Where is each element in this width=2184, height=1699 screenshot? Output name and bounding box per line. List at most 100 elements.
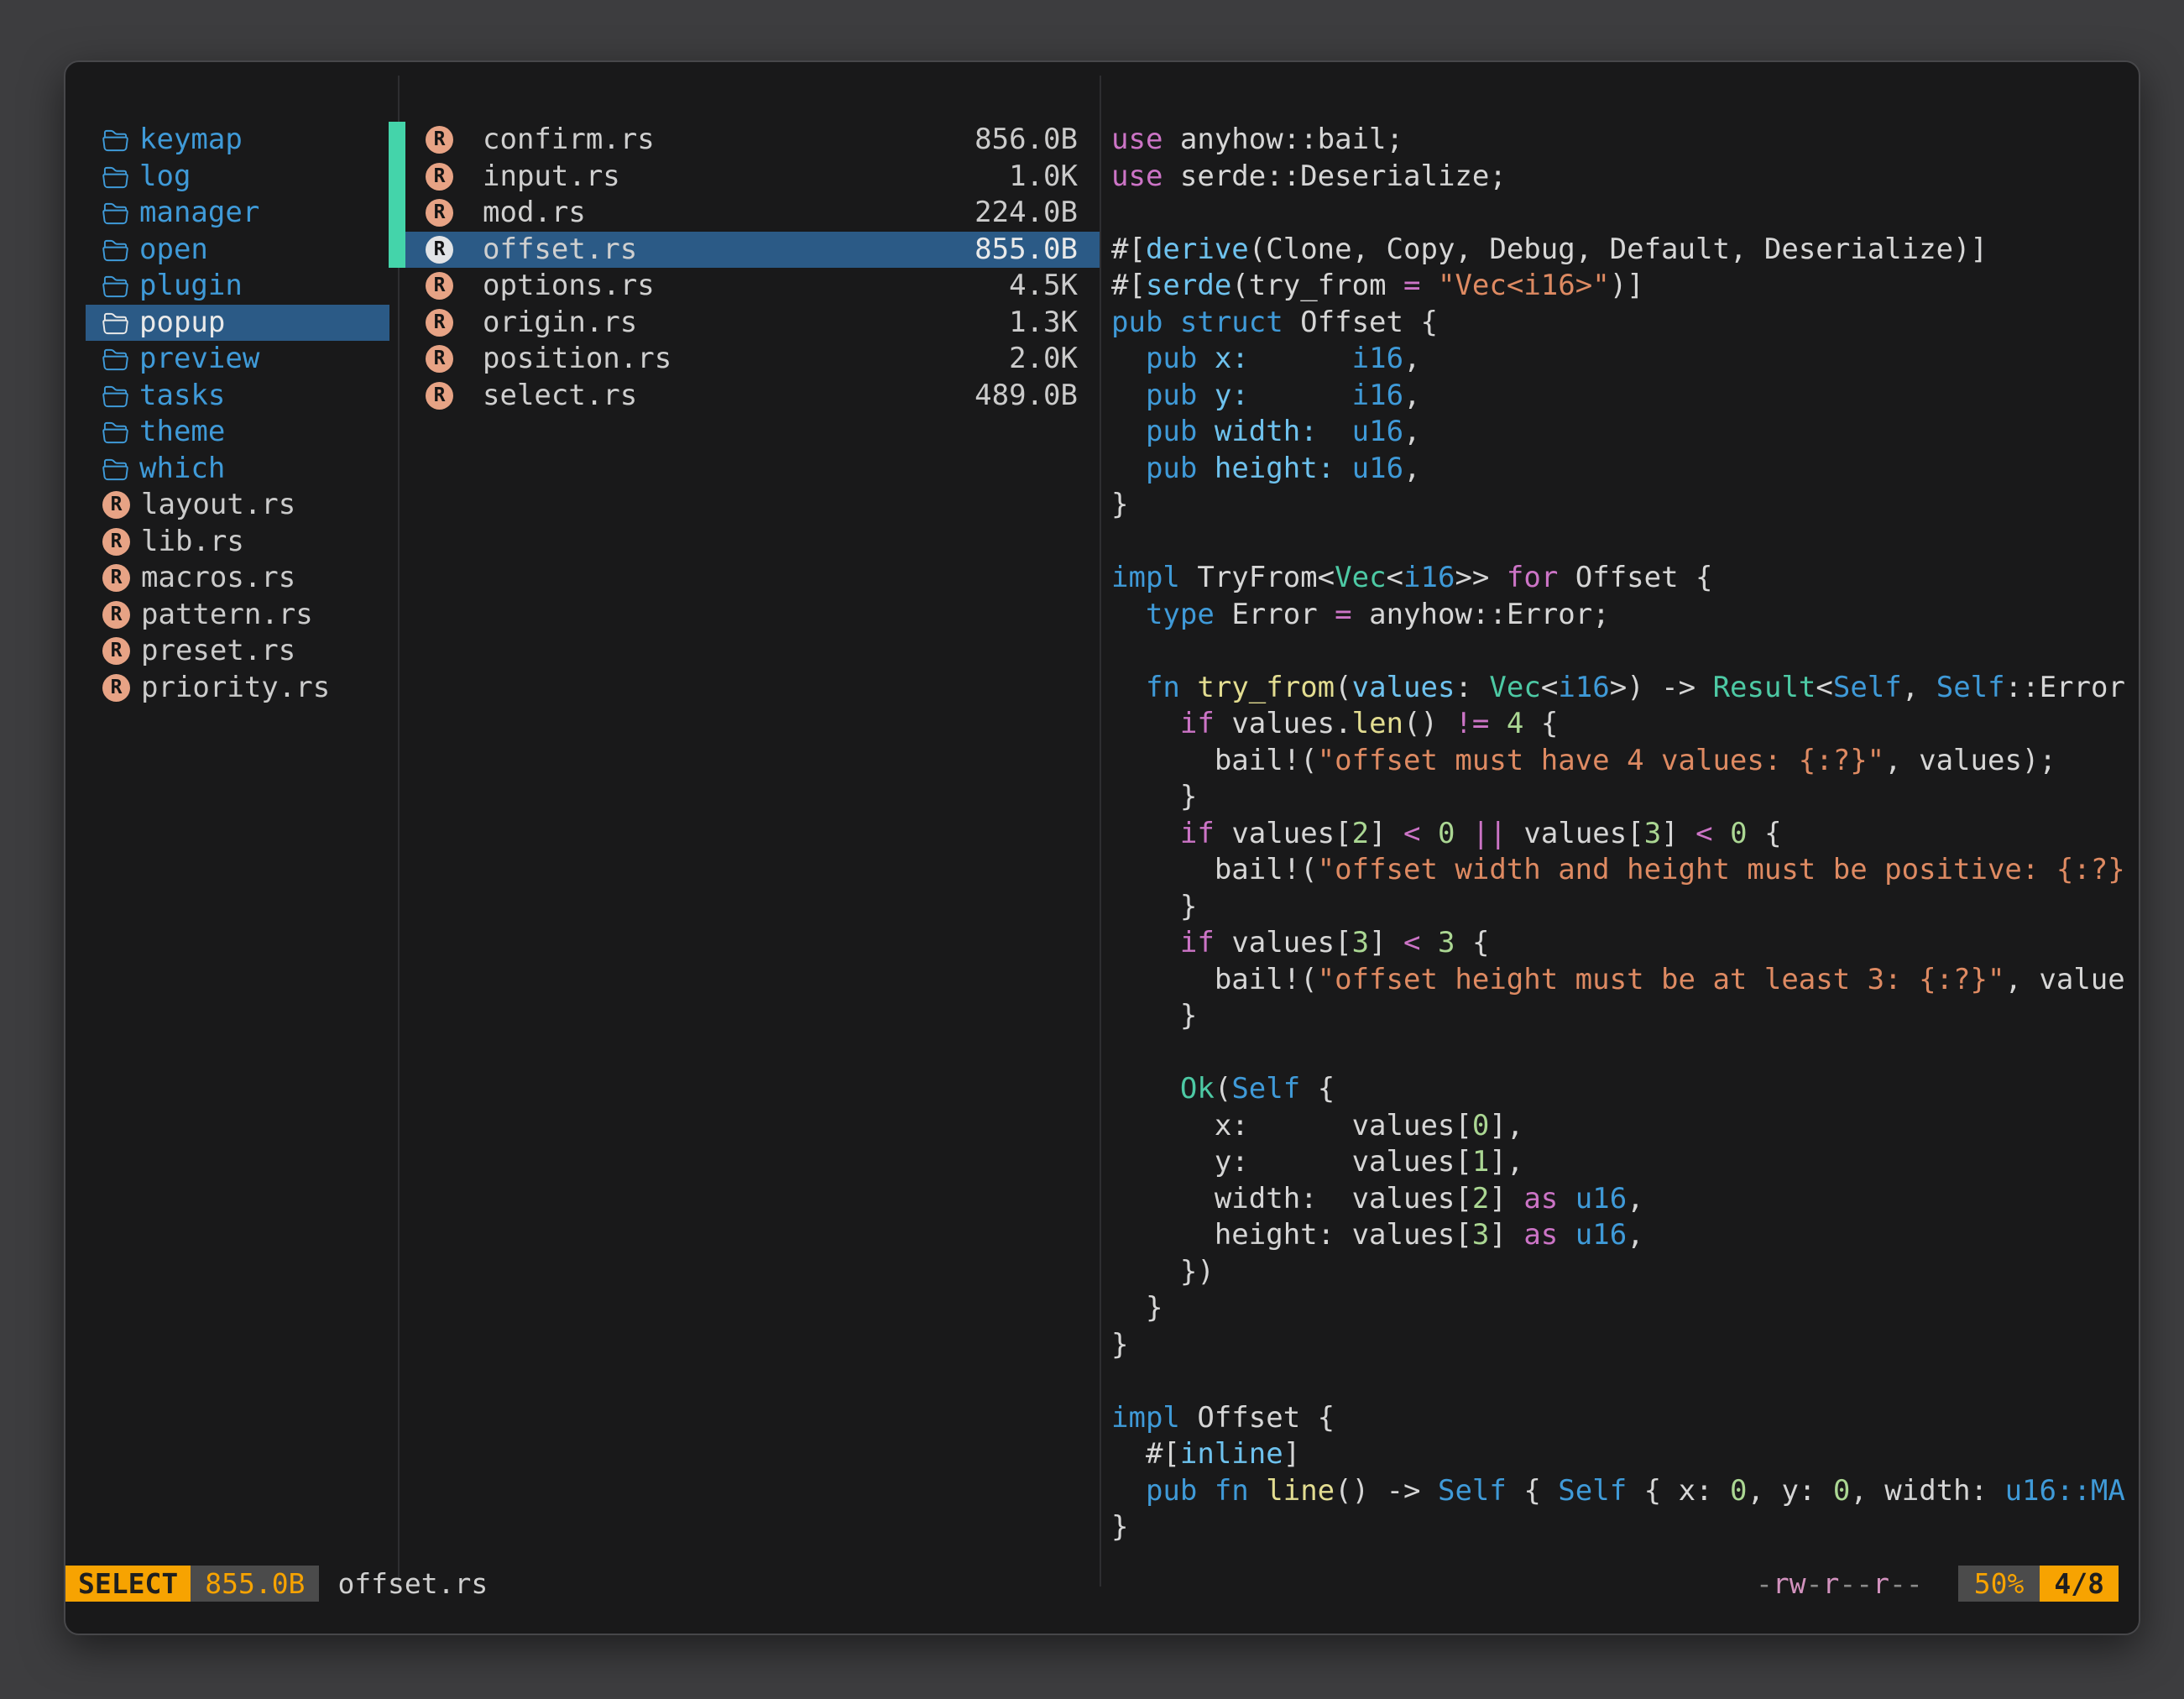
sidebar-item-lib-rs[interactable]: Rlib.rs	[86, 524, 389, 561]
rust-file-icon: R	[426, 199, 453, 227]
code-line: bail!("offset height must be at least 3:…	[1111, 962, 2139, 999]
marked-file-indicator	[389, 159, 405, 196]
code-token: 0	[1472, 1109, 1489, 1142]
parent-directory-pane: keymaplogmanageropenpluginpopuppreviewta…	[86, 122, 389, 706]
sidebar-item-label: manager	[139, 195, 259, 232]
code-token: Self	[1833, 671, 1902, 704]
code-token: ],	[1489, 1145, 1523, 1179]
code-line: })	[1111, 1254, 2139, 1291]
code-token	[1558, 1218, 1575, 1252]
code-token: #[	[1111, 1437, 1180, 1471]
code-token	[1421, 926, 1438, 959]
code-token: 0	[1438, 817, 1455, 850]
code-token: 3	[1438, 926, 1455, 959]
file-name: position.rs	[483, 341, 671, 378]
sidebar-item-popup[interactable]: popup	[86, 305, 389, 342]
code-token: inline	[1180, 1437, 1283, 1471]
code-token: as	[1523, 1218, 1558, 1252]
file-row-origin-rs[interactable]: Rorigin.rs1.3K	[405, 305, 1100, 342]
sidebar-item-tasks[interactable]: tasks	[86, 378, 389, 415]
sidebar-item-preview[interactable]: preview	[86, 341, 389, 378]
code-line: pub y: i16,	[1111, 378, 2139, 415]
code-token: 3	[1352, 926, 1369, 959]
sidebar-item-label: preset.rs	[141, 633, 295, 670]
code-token: pub fn	[1146, 1474, 1249, 1508]
sidebar-item-plugin[interactable]: plugin	[86, 268, 389, 305]
code-token: <	[1403, 817, 1420, 850]
code-token: :	[1455, 671, 1489, 704]
permission-chars: -	[1756, 1567, 1773, 1600]
sidebar-item-open[interactable]: open	[86, 232, 389, 269]
rust-file-icon: R	[102, 674, 130, 702]
code-token	[1455, 817, 1472, 850]
sidebar-item-priority-rs[interactable]: Rpriority.rs	[86, 670, 389, 707]
code-line: #[serde(try_from = "Vec<i16>")]	[1111, 268, 2139, 305]
code-line: }	[1111, 1290, 2139, 1327]
code-token: ()	[1403, 707, 1455, 740]
sidebar-item-preset-rs[interactable]: Rpreset.rs	[86, 633, 389, 670]
pane-separator-left	[398, 76, 400, 1587]
file-name: confirm.rs	[483, 122, 655, 159]
code-token: {	[1455, 926, 1490, 959]
code-line: bail!("offset width and height must be p…	[1111, 852, 2139, 889]
sidebar-item-which[interactable]: which	[86, 451, 389, 488]
code-token: <	[1816, 671, 1832, 704]
file-row-select-rs[interactable]: Rselect.rs489.0B	[405, 378, 1100, 415]
code-token: {	[1507, 1474, 1558, 1508]
sidebar-item-pattern-rs[interactable]: Rpattern.rs	[86, 597, 389, 634]
code-line: fn try_from(values: Vec<i16>) -> Result<…	[1111, 670, 2139, 707]
code-token: len	[1352, 707, 1403, 740]
code-token	[1249, 342, 1352, 375]
code-token: y:	[1215, 379, 1249, 412]
code-token: i16	[1352, 342, 1403, 375]
file-name: input.rs	[483, 159, 620, 196]
code-token: values	[1352, 671, 1455, 704]
file-size: 856.0B	[974, 122, 1078, 159]
current-directory-pane: Rconfirm.rs 856.0B Rinput.rs 1.0KRmod.rs224…	[405, 122, 1100, 414]
file-size: 855.0B	[974, 232, 1078, 269]
sidebar-item-label: macros.rs	[141, 560, 295, 597]
code-token	[1111, 415, 1146, 448]
code-line: type Error = anyhow::Error;	[1111, 597, 2139, 634]
sidebar-item-log[interactable]: log	[86, 159, 389, 196]
code-token: pub	[1146, 452, 1197, 485]
code-token: {	[1748, 817, 1782, 850]
code-token: =	[1403, 269, 1420, 302]
file-row-offset-rs[interactable]: Roffset.rs855.0B	[405, 232, 1100, 269]
sidebar-item-layout-rs[interactable]: Rlayout.rs	[86, 487, 389, 524]
file-name: mod.rs	[483, 195, 586, 232]
file-row-options-rs[interactable]: Roptions.rs4.5K	[405, 268, 1100, 305]
code-token: pub	[1146, 379, 1197, 412]
code-line: pub x: i16,	[1111, 341, 2139, 378]
file-size: 1.0K	[1009, 159, 1078, 196]
code-line: pub struct Offset {	[1111, 305, 2139, 342]
code-token: Ok	[1180, 1072, 1215, 1106]
code-token: Self	[1558, 1474, 1627, 1508]
rust-file-icon: R	[426, 163, 453, 191]
code-token: })	[1111, 1255, 1215, 1289]
file-row-position-rs[interactable]: Rposition.rs2.0K	[405, 341, 1100, 378]
sidebar-item-keymap[interactable]: keymap	[86, 122, 389, 159]
permission-chars: -	[1806, 1567, 1823, 1600]
code-token: "offset must have 4 values: {:?}"	[1318, 744, 1885, 777]
code-token: , y:	[1748, 1474, 1833, 1508]
sidebar-item-macros-rs[interactable]: Rmacros.rs	[86, 560, 389, 597]
sidebar-item-theme[interactable]: theme	[86, 414, 389, 451]
code-token: ]	[1661, 817, 1695, 850]
code-token	[1197, 452, 1214, 485]
file-preview-pane[interactable]: use anyhow::bail;use serde::Deserialize;…	[1111, 122, 2139, 1583]
file-name: options.rs	[483, 268, 655, 305]
sidebar-item-manager[interactable]: manager	[86, 195, 389, 232]
marked-file-indicator	[389, 232, 405, 269]
code-token: , width:	[1850, 1474, 2004, 1508]
file-row-input-rs[interactable]: Rinput.rs 1.0K	[405, 159, 1100, 196]
code-token: <	[1541, 671, 1558, 704]
file-row-confirm-rs[interactable]: Rconfirm.rs856.0B	[405, 122, 1100, 159]
code-token: 0	[1730, 1474, 1747, 1508]
code-token: u16::MA	[2005, 1474, 2125, 1508]
file-row-mod-rs[interactable]: Rmod.rs224.0B	[405, 195, 1100, 232]
code-token: TryFrom<	[1180, 561, 1335, 594]
code-token: impl	[1111, 1401, 1180, 1435]
code-line	[1111, 633, 2139, 670]
code-line	[1111, 524, 2139, 561]
